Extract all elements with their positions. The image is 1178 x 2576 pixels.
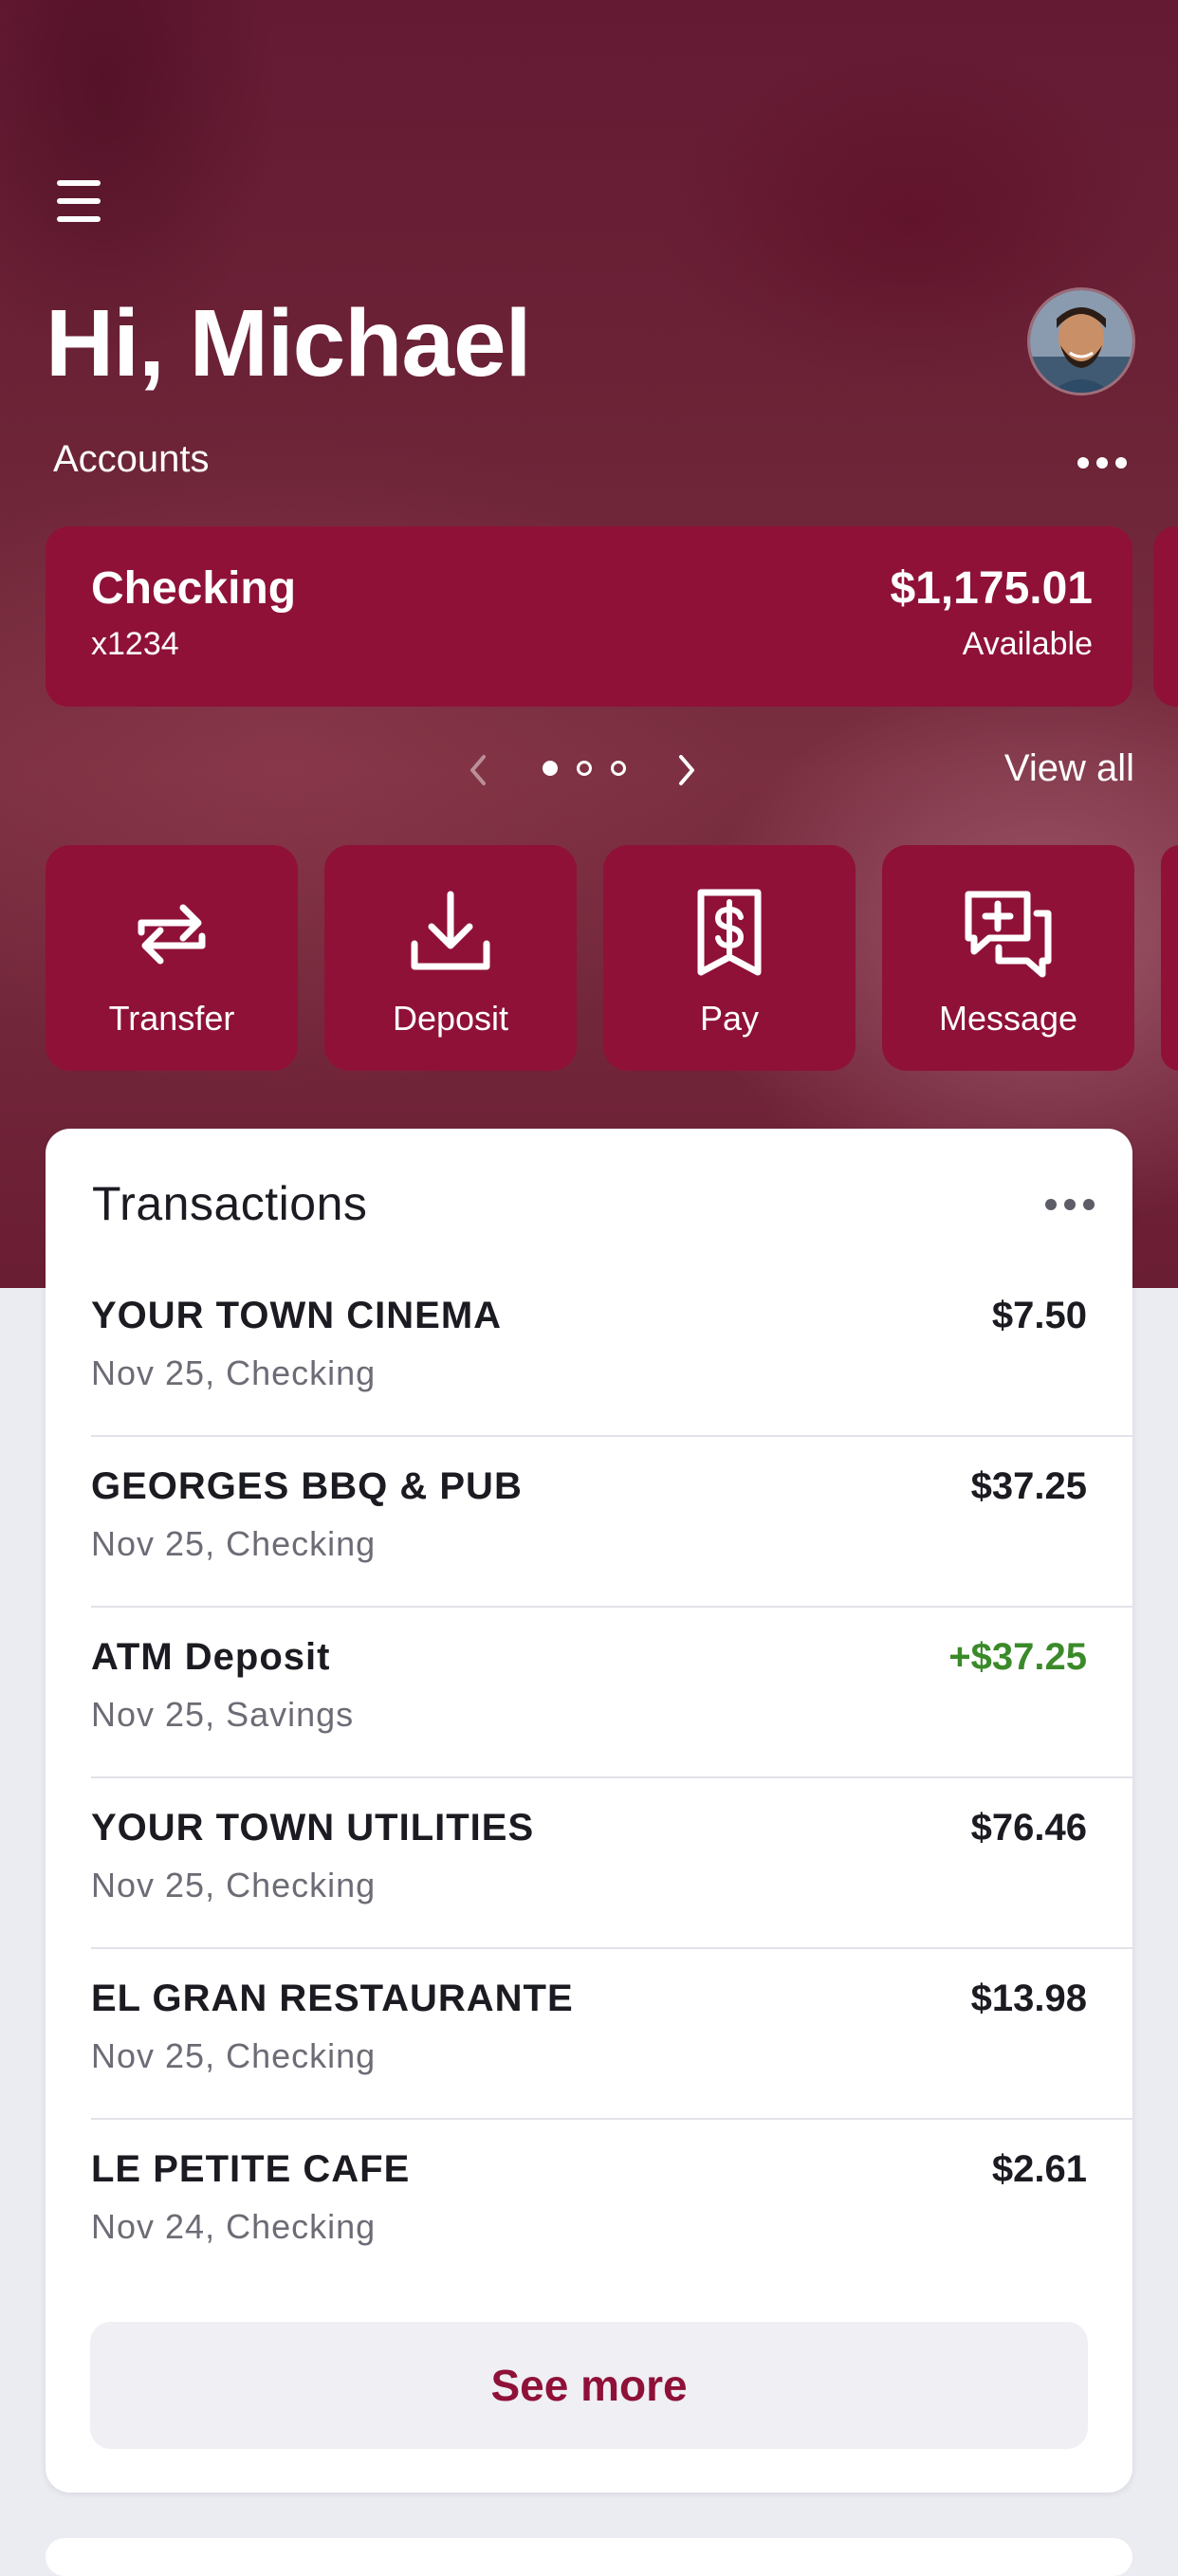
account-balance: $1,175.01 xyxy=(890,563,1093,614)
transfer-button[interactable]: Transfer xyxy=(46,845,298,1071)
pay-button[interactable]: Pay xyxy=(603,845,856,1071)
next-section-card-peek xyxy=(46,2538,1132,2576)
transactions-title: Transactions xyxy=(92,1177,368,1230)
transaction-meta: Nov 25, Checking xyxy=(91,1524,377,1563)
message-label: Message xyxy=(938,999,1078,1038)
avatar[interactable] xyxy=(1030,290,1132,393)
transaction-row[interactable]: LE PETITE CAFE Nov 24, Checking $2.61 xyxy=(91,2120,1132,2291)
chevron-right-icon[interactable] xyxy=(672,753,700,787)
transaction-amount: $76.46 xyxy=(970,1807,1087,1849)
transaction-amount: $7.50 xyxy=(991,1295,1087,1336)
see-more-button[interactable]: See more xyxy=(90,2322,1088,2449)
transaction-row[interactable]: GEORGES BBQ & PUB Nov 25, Checking $37.2… xyxy=(91,1437,1132,1608)
transaction-name: LE PETITE CAFE xyxy=(91,2148,411,2190)
transaction-amount: $2.61 xyxy=(991,2148,1087,2190)
transaction-name: YOUR TOWN UTILITIES xyxy=(91,1807,535,1849)
hamburger-menu-icon[interactable] xyxy=(53,180,106,226)
transaction-row[interactable]: YOUR TOWN UTILITIES Nov 25, Checking $76… xyxy=(91,1778,1132,1949)
pager-dot-2 xyxy=(577,761,592,776)
transaction-row[interactable]: ATM Deposit Nov 25, Savings +$37.25 xyxy=(91,1608,1132,1778)
dollar-receipt-icon xyxy=(697,889,762,976)
transaction-meta: Nov 25, Checking xyxy=(91,1353,377,1392)
accounts-label: Accounts xyxy=(53,438,210,480)
more-actions-peek[interactable] xyxy=(1161,845,1178,1071)
transaction-name: GEORGES BBQ & PUB xyxy=(91,1465,523,1507)
download-tray-icon xyxy=(411,891,490,970)
greeting: Hi, Michael xyxy=(46,290,531,396)
chevron-left-icon[interactable] xyxy=(465,753,493,787)
deposit-label: Deposit xyxy=(392,999,509,1038)
transactions-more-icon[interactable] xyxy=(1045,1199,1095,1210)
transaction-meta: Nov 25, Checking xyxy=(91,1866,377,1904)
transaction-amount-credit: +$37.25 xyxy=(948,1636,1087,1678)
transaction-meta: Nov 24, Checking xyxy=(91,2207,377,2246)
transactions-card: Transactions YOUR TOWN CINEMA Nov 25, Ch… xyxy=(46,1129,1132,2493)
transaction-name: YOUR TOWN CINEMA xyxy=(91,1295,503,1336)
view-all-link[interactable]: View all xyxy=(1004,747,1134,790)
chat-plus-icon xyxy=(965,891,1052,978)
next-account-card-peek[interactable] xyxy=(1153,526,1178,707)
transaction-name: ATM Deposit xyxy=(91,1636,331,1678)
transaction-meta: Nov 25, Checking xyxy=(91,2036,377,2075)
hero-background: Hi, Michael Accounts Checking x1234 $1,1… xyxy=(0,0,1178,1288)
transfer-arrows-icon xyxy=(138,904,206,965)
balance-caption: Available xyxy=(962,626,1093,662)
carousel-pager xyxy=(465,749,711,791)
transaction-row[interactable]: EL GRAN RESTAURANTE Nov 25, Checking $13… xyxy=(91,1949,1132,2120)
account-number: x1234 xyxy=(91,626,179,662)
account-card-checking[interactable]: Checking x1234 $1,175.01 Available xyxy=(46,526,1132,707)
transaction-amount: $13.98 xyxy=(970,1978,1087,2019)
pager-dot-3 xyxy=(611,761,626,776)
deposit-button[interactable]: Deposit xyxy=(324,845,577,1071)
account-name: Checking xyxy=(91,563,297,614)
pay-label: Pay xyxy=(699,999,760,1038)
transaction-row[interactable]: YOUR TOWN CINEMA Nov 25, Checking $7.50 xyxy=(91,1266,1132,1437)
transaction-amount: $37.25 xyxy=(970,1465,1087,1507)
message-button[interactable]: Message xyxy=(882,845,1134,1071)
transaction-name: EL GRAN RESTAURANTE xyxy=(91,1978,574,2019)
transaction-meta: Nov 25, Savings xyxy=(91,1695,355,1734)
accounts-more-icon[interactable] xyxy=(1077,451,1131,474)
transfer-label: Transfer xyxy=(108,999,235,1038)
pager-dot-1 xyxy=(543,761,558,776)
